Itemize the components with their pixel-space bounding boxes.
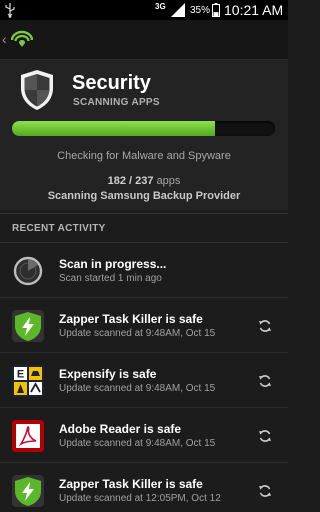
clock: 10:21 AM <box>224 2 284 18</box>
zapper-icon <box>12 310 44 342</box>
activity-subtitle: Update scanned at 12:05PM, Oct 12 <box>59 493 221 504</box>
zapper-icon <box>12 475 44 507</box>
activity-item[interactable]: E Expensify is safe Update scanned at 9:… <box>0 353 288 408</box>
scan-progress-fill <box>12 121 215 136</box>
scan-status-panel: Security SCANNING APPS Checking for Malw… <box>0 60 288 210</box>
svg-text:E: E <box>17 369 24 381</box>
activity-title: Adobe Reader is safe <box>59 422 182 436</box>
signal-strength-icon <box>171 3 185 17</box>
activity-title: Zapper Task Killer is safe <box>59 477 203 491</box>
refresh-icon[interactable] <box>258 319 272 333</box>
recent-activity-header: RECENT ACTIVITY <box>0 213 288 243</box>
refresh-icon[interactable] <box>258 484 272 498</box>
refresh-icon[interactable] <box>258 429 272 443</box>
chevron-left-icon[interactable]: ‹ <box>2 32 7 46</box>
activity-subtitle: Update scanned at 9:48AM, Oct 15 <box>59 328 216 339</box>
scanned-count-suffix: apps <box>156 175 181 187</box>
status-bar: 3G 35% 10:21 AM <box>0 0 288 20</box>
network-type-label: 3G <box>155 2 166 11</box>
activity-item[interactable]: Zapper Task Killer is safe Update scanne… <box>0 463 288 512</box>
activity-subtitle: Scan started 1 min ago <box>59 273 162 284</box>
activity-item[interactable]: Zapper Task Killer is safe Update scanne… <box>0 298 288 353</box>
action-bar: ‹ <box>0 20 288 60</box>
app-screen: 3G 35% 10:21 AM ‹ Security SCANNING APPS… <box>0 0 288 512</box>
scanned-count: 182 / 237 <box>107 175 154 187</box>
activity-title: Scan in progress... <box>59 257 167 271</box>
adobe-reader-icon <box>12 420 44 452</box>
activity-item[interactable]: Scan in progress... Scan started 1 min a… <box>0 243 288 298</box>
checking-text: Checking for Malware and Spyware <box>57 150 231 162</box>
refresh-icon[interactable] <box>258 374 272 388</box>
scan-state-label: SCANNING APPS <box>73 97 160 108</box>
page-title: Security <box>72 72 151 94</box>
usb-icon <box>5 3 15 18</box>
recent-activity-heading: RECENT ACTIVITY <box>12 223 106 234</box>
activity-subtitle: Update scanned at 9:48AM, Oct 15 <box>59 438 216 449</box>
activity-title: Zapper Task Killer is safe <box>59 312 203 326</box>
activity-title: Expensify is safe <box>59 367 157 381</box>
activity-subtitle: Update scanned at 9:48AM, Oct 15 <box>59 383 216 394</box>
scan-progress-bar <box>12 121 275 136</box>
expensify-icon: E <box>12 365 44 397</box>
security-shield-icon <box>21 70 53 110</box>
current-app-label: Scanning Samsung Backup Provider <box>47 190 241 202</box>
scan-count: 182 / 237 apps <box>0 175 288 188</box>
activity-item[interactable]: Adobe Reader is safe Update scanned at 9… <box>0 408 288 463</box>
scan-radar-icon <box>13 256 43 286</box>
lookout-logo-icon[interactable] <box>11 30 33 50</box>
battery-percent: 35% <box>190 5 211 16</box>
battery-icon <box>212 3 220 17</box>
